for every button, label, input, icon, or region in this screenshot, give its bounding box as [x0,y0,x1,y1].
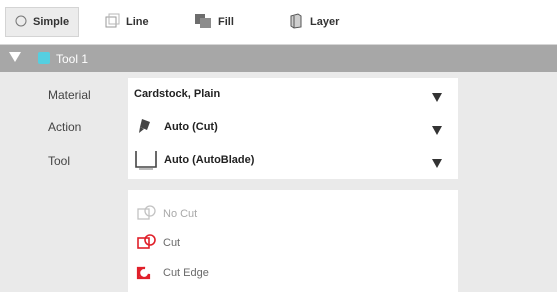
line-icon [104,13,120,32]
tab-fill[interactable]: Fill [194,7,234,37]
tool-color-swatch [38,52,50,64]
tab-label: Line [126,16,149,28]
tab-bar: Simple Line Fill Layer [0,0,557,45]
material-dropdown[interactable]: Cardstock, Plain [128,78,458,110]
material-label: Material [48,88,91,102]
properties-panel: Cardstock, Plain Auto (Cut) Auto (AutoBl… [128,78,458,179]
tool-title: Tool 1 [56,52,89,66]
fill-icon [194,13,212,32]
cut-edge-option[interactable]: Cut Edge [136,261,209,285]
tool-header[interactable]: Tool 1 [0,45,557,72]
tab-simple[interactable]: Simple [5,7,79,37]
collapse-triangle-icon[interactable] [9,51,21,66]
tool-label: Tool [48,154,71,168]
option-label: No Cut [163,208,198,220]
cut-edge-icon [136,263,160,284]
option-label: Cut [163,237,181,249]
tab-line[interactable]: Line [104,7,149,37]
autoblade-icon [134,149,158,176]
tool-value: Auto (AutoBlade) [164,154,255,166]
action-dropdown[interactable]: Auto (Cut) [128,111,458,143]
cut-options-panel: No Cut Cut Cut Edge [128,190,458,292]
action-label: Action [48,120,82,134]
option-label: Cut Edge [163,267,209,279]
dropdown-arrow-icon[interactable] [432,122,442,140]
material-value: Cardstock, Plain [134,88,221,100]
tool-dropdown[interactable]: Auto (AutoBlade) [128,144,458,176]
no-cut-option[interactable]: No Cut [136,202,197,226]
action-value: Auto (Cut) [164,121,218,133]
dropdown-arrow-icon[interactable] [432,155,442,173]
tab-label: Layer [310,16,340,28]
layer-icon [288,12,304,32]
dropdown-arrow-icon[interactable] [432,89,442,107]
radio-circle-icon [15,15,27,30]
no-cut-icon [136,204,160,225]
tab-label: Fill [218,16,234,28]
cut-icon [136,233,160,254]
tab-label: Simple [33,16,70,28]
blade-icon [138,118,152,139]
cut-option[interactable]: Cut [136,231,180,255]
tab-layer[interactable]: Layer [288,7,339,37]
